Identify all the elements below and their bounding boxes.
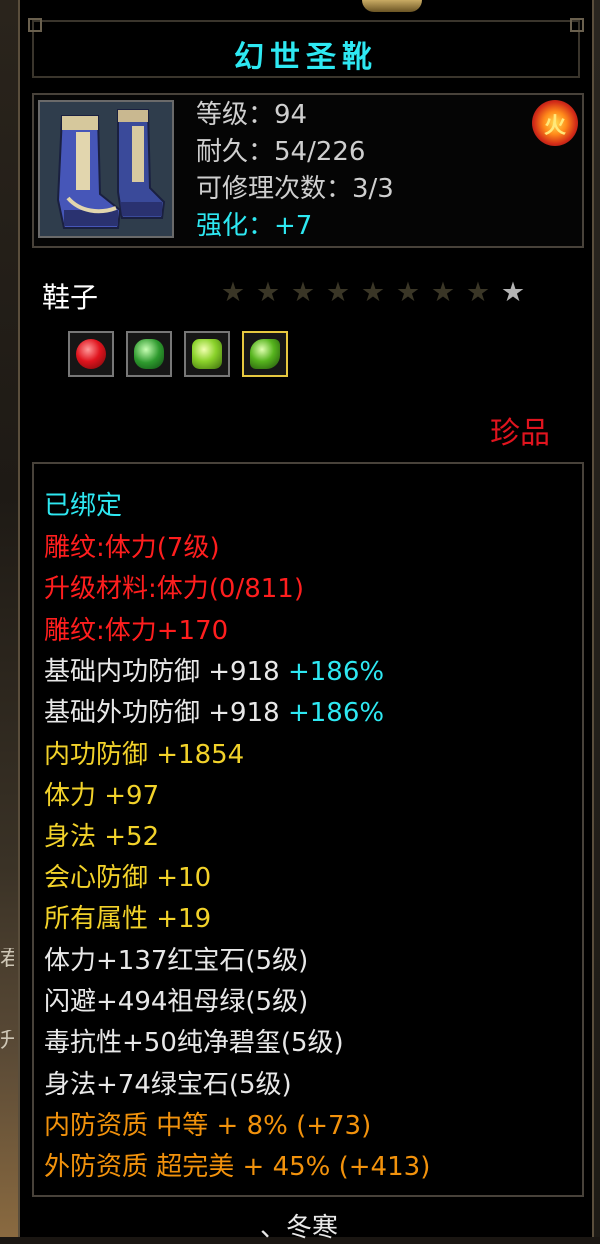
jade-gem-icon [192,339,222,369]
flame-emblem-icon: 火 [532,100,578,146]
bound-status: 已绑定 [44,491,123,521]
inner-defense-line: 内功防御 +1854 [44,740,245,770]
item-enhance-level: 强化：+7 [196,211,313,241]
item-type: 鞋子 [42,281,99,314]
inner-quality-line: 内防资质 中等 + 8% (+73) [44,1111,372,1141]
all-attributes-line: 所有属性 +19 [44,904,212,934]
star-icon: ★ [465,277,491,308]
star-icon: ★ [255,277,281,308]
engrave-line: 雕纹:体力(7级) [44,533,220,563]
background-glyph: 君 [0,948,14,970]
background-glyph: 升 [0,1030,14,1052]
item-level: 等级：94 [196,100,308,130]
star-icon: ★ [220,277,246,308]
crit-defense-line: 会心防御 +10 [44,863,212,893]
boots-icon [38,100,174,238]
gem-bonus-line: 身法+74绿宝石(5级) [44,1070,292,1100]
gem-bonus-line: 毒抗性+50纯净碧玺(5级) [44,1028,344,1058]
title-bar: 幻世圣靴 [28,18,584,78]
footer-text: 、冬寒 [260,1213,339,1243]
stamina-line: 体力 +97 [44,781,160,811]
star-icon: ★ [395,277,421,308]
outer-quality-line: 外防资质 超完美 + 45% (+413) [44,1152,431,1182]
base-inner-defense-value: 基础内功防御 +918 [44,657,280,687]
base-inner-defense-line: 基础内功防御 +918 +186% [44,656,384,688]
ruby-gem-icon [76,339,106,369]
base-outer-defense-line: 基础外功防御 +918 +186% [44,697,384,729]
gem-slot[interactable] [242,331,288,377]
star-icon: ★ [290,277,316,308]
gem-slot[interactable] [184,331,230,377]
agility-line: 身法 +52 [44,822,160,852]
panel-ornament [362,0,422,12]
upgrade-material-line: 升级材料:体力(0/811) [44,574,304,604]
star-icon: ★ [430,277,456,308]
green-gem-icon [250,339,280,369]
gem-bonus-line: 闪避+494祖母绿(5级) [44,987,309,1017]
gem-slot[interactable] [126,331,172,377]
base-outer-defense-value: 基础外功防御 +918 [44,698,280,728]
base-inner-defense-pct: +186% [287,657,385,687]
rarity-label: 珍品 [490,416,550,451]
star-icon: ★ [360,277,386,308]
gem-slot[interactable] [68,331,114,377]
item-name: 幻世圣靴 [234,40,378,75]
item-repair-count: 可修理次数：3/3 [196,174,394,204]
star-icon: ★ [500,277,526,308]
star-rating: ★ ★ ★ ★ ★ ★ ★ ★ ★ [218,278,528,308]
star-icon: ★ [325,277,351,308]
gem-slots [68,331,288,377]
gem-bonus-line: 体力+137红宝石(5级) [44,946,309,976]
base-outer-defense-pct: +186% [287,698,385,728]
engrave-bonus-line: 雕纹:体力+170 [44,616,229,646]
emerald-gem-icon [134,339,164,369]
item-durability: 耐久：54/226 [196,137,366,167]
